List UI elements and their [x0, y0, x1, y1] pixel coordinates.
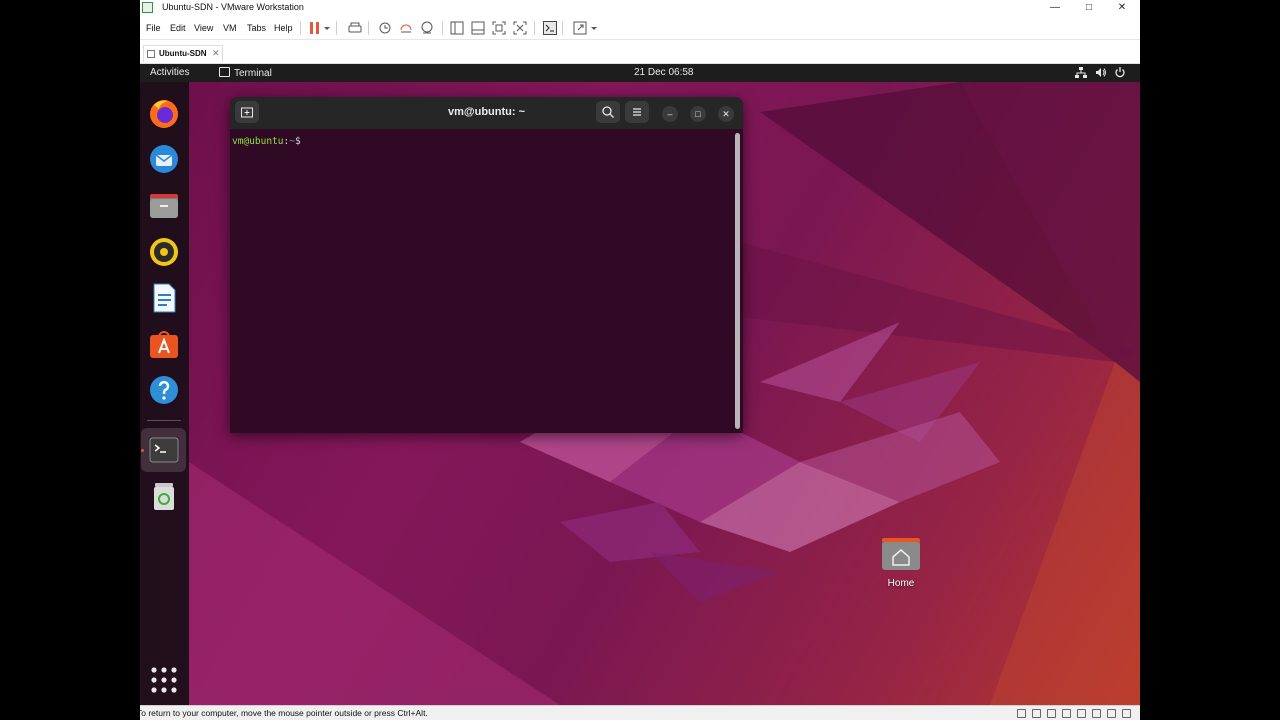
- revert-snapshot-icon[interactable]: [399, 21, 413, 35]
- toolbar-separator: [300, 21, 301, 35]
- home-label: Home: [887, 578, 915, 589]
- toolbar-separator: [336, 21, 337, 35]
- vmware-status-bar: To return to your computer, move the mou…: [140, 705, 1140, 720]
- vmware-logo-icon: [142, 2, 153, 13]
- menu-help[interactable]: Help: [274, 23, 293, 33]
- rhythmbox-icon[interactable]: [148, 236, 180, 268]
- minimize-button[interactable]: —: [1040, 0, 1070, 17]
- libreoffice-writer-icon[interactable]: [148, 282, 180, 314]
- close-window-button[interactable]: ✕: [1107, 0, 1137, 17]
- vm-tab-strip: Ubuntu-SDN ✕: [140, 40, 1140, 64]
- maximize-terminal-button[interactable]: □: [690, 106, 706, 122]
- firefox-icon[interactable]: [148, 97, 180, 129]
- app-center-icon[interactable]: [148, 328, 180, 360]
- show-apps-icon[interactable]: [148, 664, 180, 696]
- menu-tabs[interactable]: Tabs: [247, 23, 266, 33]
- activities-button[interactable]: Activities: [150, 67, 189, 78]
- terminal-small-icon: [219, 67, 230, 77]
- menubar: File Edit View VM Tabs Help: [140, 17, 1140, 40]
- message-log-icon[interactable]: [1122, 709, 1131, 718]
- stretch-dropdown-chevron-icon[interactable]: [590, 21, 598, 35]
- vmware-window: Ubuntu-SDN - VMware Workstation — □ ✕ Fi…: [140, 0, 1140, 720]
- network-adapter-icon[interactable]: [1047, 709, 1056, 718]
- close-tab-icon[interactable]: ✕: [212, 48, 220, 59]
- pause-dropdown-chevron-icon[interactable]: [323, 21, 331, 35]
- window-titlebar: Ubuntu-SDN - VMware Workstation — □ ✕: [140, 0, 1140, 17]
- console-view-icon[interactable]: [543, 21, 557, 35]
- toolbar-separator: [442, 21, 443, 35]
- terminal-prompt[interactable]: vm@ubuntu:~$: [232, 136, 301, 147]
- home-folder-icon[interactable]: [881, 537, 921, 571]
- unity-icon[interactable]: [513, 21, 527, 35]
- dock-separator: [147, 420, 181, 421]
- terminal-headerbar[interactable]: vm@ubuntu: ~ – □ ✕: [230, 97, 743, 129]
- volume-icon[interactable]: [1095, 66, 1107, 79]
- usb-icon[interactable]: [1062, 709, 1071, 718]
- snapshot-icon[interactable]: [378, 21, 392, 35]
- files-icon[interactable]: [148, 190, 180, 222]
- clock[interactable]: 21 Dec 06:58: [634, 67, 694, 78]
- vm-tab-label: Ubuntu-SDN: [159, 49, 207, 58]
- power-icon[interactable]: [1114, 66, 1126, 79]
- network-icon[interactable]: [1075, 66, 1087, 79]
- minimize-terminal-button[interactable]: –: [662, 106, 678, 122]
- active-app-indicator[interactable]: Terminal: [219, 67, 272, 79]
- menu-edit[interactable]: Edit: [170, 23, 186, 33]
- tab-ubuntu-sdn[interactable]: Ubuntu-SDN ✕: [143, 45, 223, 62]
- menu-file[interactable]: File: [146, 23, 161, 33]
- menu-view[interactable]: View: [194, 23, 213, 33]
- running-indicator-dot: [141, 449, 144, 452]
- toolbar-separator: [534, 21, 535, 35]
- cd-dvd-icon[interactable]: [1032, 709, 1041, 718]
- ubuntu-dock: [140, 82, 189, 705]
- snapshot-manager-icon[interactable]: [420, 21, 434, 35]
- status-message: To return to your computer, move the mou…: [140, 708, 428, 718]
- hard-disk-icon[interactable]: [1017, 709, 1026, 718]
- display-icon[interactable]: [1107, 709, 1116, 718]
- stretch-icon[interactable]: [573, 21, 587, 35]
- window-title: Ubuntu-SDN - VMware Workstation: [162, 2, 304, 12]
- toolbar-separator: [368, 21, 369, 35]
- menu-vm[interactable]: VM: [223, 23, 237, 33]
- thumbnail-icon[interactable]: [471, 21, 485, 35]
- close-terminal-button[interactable]: ✕: [718, 106, 734, 122]
- thunderbird-icon[interactable]: [148, 143, 180, 175]
- library-icon[interactable]: [450, 21, 464, 35]
- help-icon[interactable]: [148, 374, 180, 406]
- usb-device-icon[interactable]: [1077, 709, 1086, 718]
- guest-display[interactable]: Activities Terminal 21 Dec 06:58 vm@ubun…: [140, 64, 1140, 705]
- terminal-window[interactable]: vm@ubuntu: ~ – □ ✕ vm@ubuntu:~$: [230, 97, 743, 433]
- vm-icon: [147, 50, 155, 58]
- ubuntu-top-bar: Activities Terminal 21 Dec 06:58: [140, 64, 1140, 82]
- pause-icon[interactable]: [308, 21, 322, 35]
- active-app-label: Terminal: [234, 68, 272, 79]
- terminal-icon[interactable]: [148, 434, 180, 466]
- send-ctrl-alt-del-icon[interactable]: [348, 21, 362, 35]
- maximize-button[interactable]: □: [1074, 0, 1104, 17]
- search-button[interactable]: [596, 101, 620, 123]
- sound-card-icon[interactable]: [1092, 709, 1101, 718]
- prompt-user: vm@ubuntu: [232, 136, 284, 147]
- menu-button[interactable]: [625, 101, 649, 123]
- full-screen-icon[interactable]: [492, 21, 506, 35]
- toolbar-separator: [562, 21, 563, 35]
- terminal-scrollbar[interactable]: [735, 133, 740, 429]
- prompt-symbol: $: [294, 136, 301, 147]
- trash-icon[interactable]: [148, 480, 180, 512]
